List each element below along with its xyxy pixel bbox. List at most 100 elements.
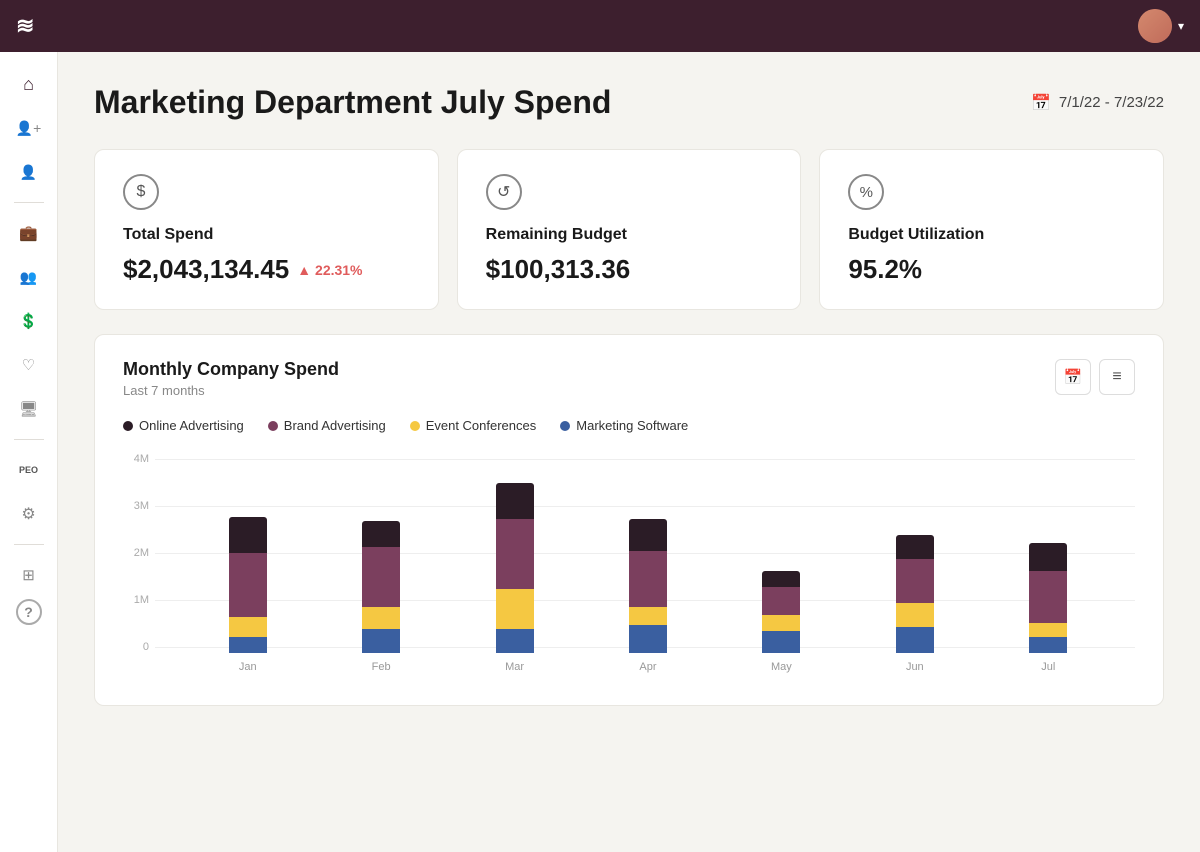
avatar-image (1138, 9, 1172, 43)
bar-group-apr (629, 519, 667, 653)
bar-segment-jul-brand (1029, 571, 1067, 623)
kpi-value-budget-utilization: 95.2% (848, 254, 922, 284)
bar-segment-jun-events (896, 603, 934, 627)
chart-calendar-button[interactable]: 📅 (1055, 359, 1091, 395)
page-title: Marketing Department July Spend (94, 84, 611, 121)
bar-segment-jun-software (896, 627, 934, 653)
chart-filter-icon: ≡ (1112, 368, 1121, 386)
bar-segment-jul-events (1029, 623, 1067, 637)
legend-label-marketing-software: Marketing Software (576, 418, 688, 433)
chart-legend: Online Advertising Brand Advertising Eve… (123, 418, 1135, 433)
stacked-bar-jul (1029, 543, 1067, 653)
legend-item-online-advertising: Online Advertising (123, 418, 244, 433)
kpi-label-total-spend: Total Spend (123, 226, 410, 244)
sidebar-divider-1 (14, 202, 44, 203)
stacked-bar-may (762, 571, 800, 653)
bar-group-feb (362, 521, 400, 653)
bar-group-mar (496, 483, 534, 653)
y-label-0: 0 (123, 641, 155, 653)
bar-segment-jun-online (896, 535, 934, 559)
bar-group-jan (229, 517, 267, 653)
sidebar-item-widgets[interactable]: ⊞ (9, 555, 49, 595)
chart-subtitle: Last 7 months (123, 383, 339, 398)
kpi-change-total-spend: ▲ 22.31% (297, 262, 362, 278)
x-label-apr: Apr (629, 661, 667, 673)
sidebar-item-heart[interactable]: ♡ (9, 345, 49, 385)
legend-label-online-advertising: Online Advertising (139, 418, 244, 433)
chart-controls: 📅 ≡ (1055, 359, 1135, 395)
legend-item-marketing-software: Marketing Software (560, 418, 688, 433)
kpi-grid: $ Total Spend $2,043,134.45 ▲ 22.31% ↺ R… (94, 149, 1164, 310)
sidebar-item-team[interactable]: 👥 (9, 257, 49, 297)
sidebar-item-add-user[interactable]: 👤+ (9, 108, 49, 148)
chart-calendar-icon: 📅 (1064, 368, 1083, 386)
sidebar-divider-3 (14, 544, 44, 545)
bar-segment-feb-online (362, 521, 400, 547)
bar-segment-jul-online (1029, 543, 1067, 571)
stacked-bar-apr (629, 519, 667, 653)
bar-segment-jun-brand (896, 559, 934, 603)
bar-segment-may-events (762, 615, 800, 631)
bar-segment-jan-events (229, 617, 267, 637)
legend-dot-event-conferences (410, 421, 420, 431)
bar-segment-feb-events (362, 607, 400, 629)
x-label-jul: Jul (1029, 661, 1067, 673)
bar-segment-mar-software (496, 629, 534, 653)
app-layout: ⌂ 👤+ 👤 💼 👥 💲 ♡ 🖥 PEO ⚙ ⊞ ? Marketing Dep… (0, 52, 1200, 852)
bar-segment-mar-brand (496, 519, 534, 589)
kpi-label-budget-utilization: Budget Utilization (848, 226, 1135, 244)
bar-segment-apr-software (629, 625, 667, 653)
kpi-card-total-spend: $ Total Spend $2,043,134.45 ▲ 22.31% (94, 149, 439, 310)
stacked-bar-jun (896, 535, 934, 653)
x-label-jan: Jan (229, 661, 267, 673)
sidebar-item-peo[interactable]: PEO (9, 450, 49, 490)
y-label-2m: 2M (123, 547, 155, 559)
x-labels-container: Jan Feb Mar Apr May Jun Jul (161, 661, 1135, 673)
bar-segment-mar-events (496, 589, 534, 629)
user-menu[interactable]: ▾ (1138, 9, 1184, 43)
kpi-value-total-spend: $2,043,134.45 (123, 254, 289, 285)
chart-filter-button[interactable]: ≡ (1099, 359, 1135, 395)
bar-group-jul (1029, 543, 1067, 653)
sidebar-item-help[interactable]: ? (16, 599, 42, 625)
dollar-icon: $ (123, 174, 159, 210)
bar-segment-apr-events (629, 607, 667, 625)
sidebar: ⌂ 👤+ 👤 💼 👥 💲 ♡ 🖥 PEO ⚙ ⊞ ? (0, 52, 58, 852)
bar-segment-feb-software (362, 629, 400, 653)
stacked-bar-feb (362, 521, 400, 653)
legend-dot-online-advertising (123, 421, 133, 431)
bar-segment-jan-software (229, 637, 267, 653)
app-logo: ≋ (16, 13, 35, 39)
bar-group-jun (896, 535, 934, 653)
calendar-icon: 📅 (1031, 93, 1051, 113)
y-label-4m: 4M (123, 453, 155, 465)
legend-label-brand-advertising: Brand Advertising (284, 418, 386, 433)
bar-segment-apr-brand (629, 551, 667, 607)
legend-dot-brand-advertising (268, 421, 278, 431)
kpi-value-remaining-budget: $100,313.36 (486, 254, 631, 284)
sidebar-item-settings[interactable]: ⚙ (9, 494, 49, 534)
legend-dot-marketing-software (560, 421, 570, 431)
sidebar-item-briefcase[interactable]: 💼 (9, 213, 49, 253)
bar-segment-feb-brand (362, 547, 400, 607)
sidebar-item-home[interactable]: ⌂ (9, 64, 49, 104)
stacked-bar-jan (229, 517, 267, 653)
date-range[interactable]: 📅 7/1/22 - 7/23/22 (1031, 93, 1164, 113)
y-label-1m: 1M (123, 594, 155, 606)
x-label-feb: Feb (362, 661, 400, 673)
bar-segment-jul-software (1029, 637, 1067, 653)
sidebar-divider-2 (14, 439, 44, 440)
bars-wrapper (161, 453, 1135, 653)
kpi-label-remaining-budget: Remaining Budget (486, 226, 773, 244)
bar-chart-area: 0 1M 2M 3M 4 (123, 453, 1135, 673)
stacked-bar-mar (496, 483, 534, 653)
chart-section: Monthly Company Spend Last 7 months 📅 ≡ … (94, 334, 1164, 706)
sidebar-item-monitor[interactable]: 🖥 (9, 389, 49, 429)
sidebar-item-user[interactable]: 👤 (9, 152, 49, 192)
sidebar-item-dollar[interactable]: 💲 (9, 301, 49, 341)
x-label-may: May (762, 661, 800, 673)
legend-item-event-conferences: Event Conferences (410, 418, 537, 433)
kpi-card-budget-utilization: % Budget Utilization 95.2% (819, 149, 1164, 310)
chart-title-area: Monthly Company Spend Last 7 months (123, 359, 339, 398)
kpi-card-remaining-budget: ↺ Remaining Budget $100,313.36 (457, 149, 802, 310)
